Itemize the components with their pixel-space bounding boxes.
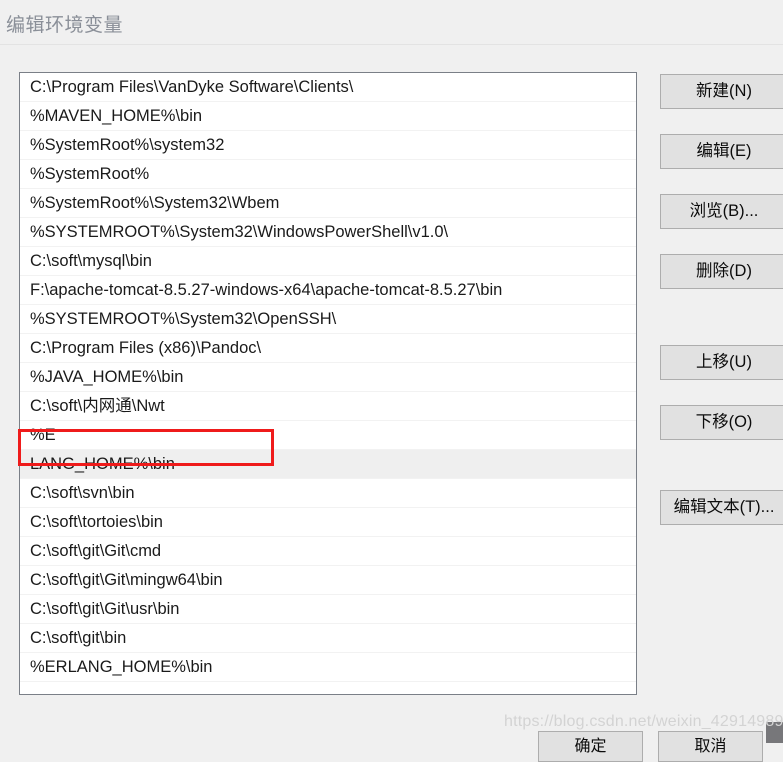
ok-button[interactable]: 确定 [538,731,643,762]
page-title: 编辑环境变量 [6,15,124,36]
path-list-item[interactable]: C:\soft\内网通\Nwt [20,392,636,421]
side-button-1[interactable]: 编辑(E) [660,134,783,169]
path-list-item[interactable]: C:\soft\mysql\bin [20,247,636,276]
side-button-6[interactable]: 编辑文本(T)... [660,490,783,525]
path-list-item[interactable]: %SystemRoot%\system32 [20,131,636,160]
path-list-empty-row [20,682,636,694]
path-list-item[interactable]: %SystemRoot%\System32\Wbem [20,189,636,218]
path-list-item[interactable]: C:\soft\git\bin [20,624,636,653]
path-list-item[interactable]: C:\soft\git\Git\usr\bin [20,595,636,624]
side-button-3[interactable]: 删除(D) [660,254,783,289]
path-list-item[interactable]: %SYSTEMROOT%\System32\OpenSSH\ [20,305,636,334]
title-divider [0,44,783,45]
path-list-item[interactable]: C:\Program Files (x86)\Pandoc\ [20,334,636,363]
path-list-item[interactable]: F:\apache-tomcat-8.5.27-windows-x64\apac… [20,276,636,305]
side-button-4[interactable]: 上移(U) [660,345,783,380]
path-list-item[interactable]: %SYSTEMROOT%\System32\WindowsPowerShell\… [20,218,636,247]
watermark-text: https://blog.csdn.net/weixin_42914989 [504,713,783,730]
path-list-item[interactable]: LANG_HOME%\bin [20,450,636,479]
cancel-button[interactable]: 取消 [658,731,763,762]
path-list-item[interactable]: %ERLANG_HOME%\bin [20,653,636,682]
path-list-item[interactable]: C:\soft\git\Git\cmd [20,537,636,566]
side-button-2[interactable]: 浏览(B)... [660,194,783,229]
path-list-item[interactable]: C:\Program Files\VanDyke Software\Client… [20,73,636,102]
path-list-item[interactable]: %E [20,421,636,450]
side-button-5[interactable]: 下移(O) [660,405,783,440]
path-list-item[interactable]: %JAVA_HOME%\bin [20,363,636,392]
path-list-item[interactable]: C:\soft\git\Git\mingw64\bin [20,566,636,595]
path-list-item[interactable]: C:\soft\tortoies\bin [20,508,636,537]
side-button-0[interactable]: 新建(N) [660,74,783,109]
path-list-rows[interactable]: C:\Program Files\VanDyke Software\Client… [20,73,636,694]
path-list-item[interactable]: %SystemRoot% [20,160,636,189]
path-list-box[interactable]: C:\Program Files\VanDyke Software\Client… [19,72,637,695]
path-list-item[interactable]: %MAVEN_HOME%\bin [20,102,636,131]
path-list-item[interactable]: C:\soft\svn\bin [20,479,636,508]
